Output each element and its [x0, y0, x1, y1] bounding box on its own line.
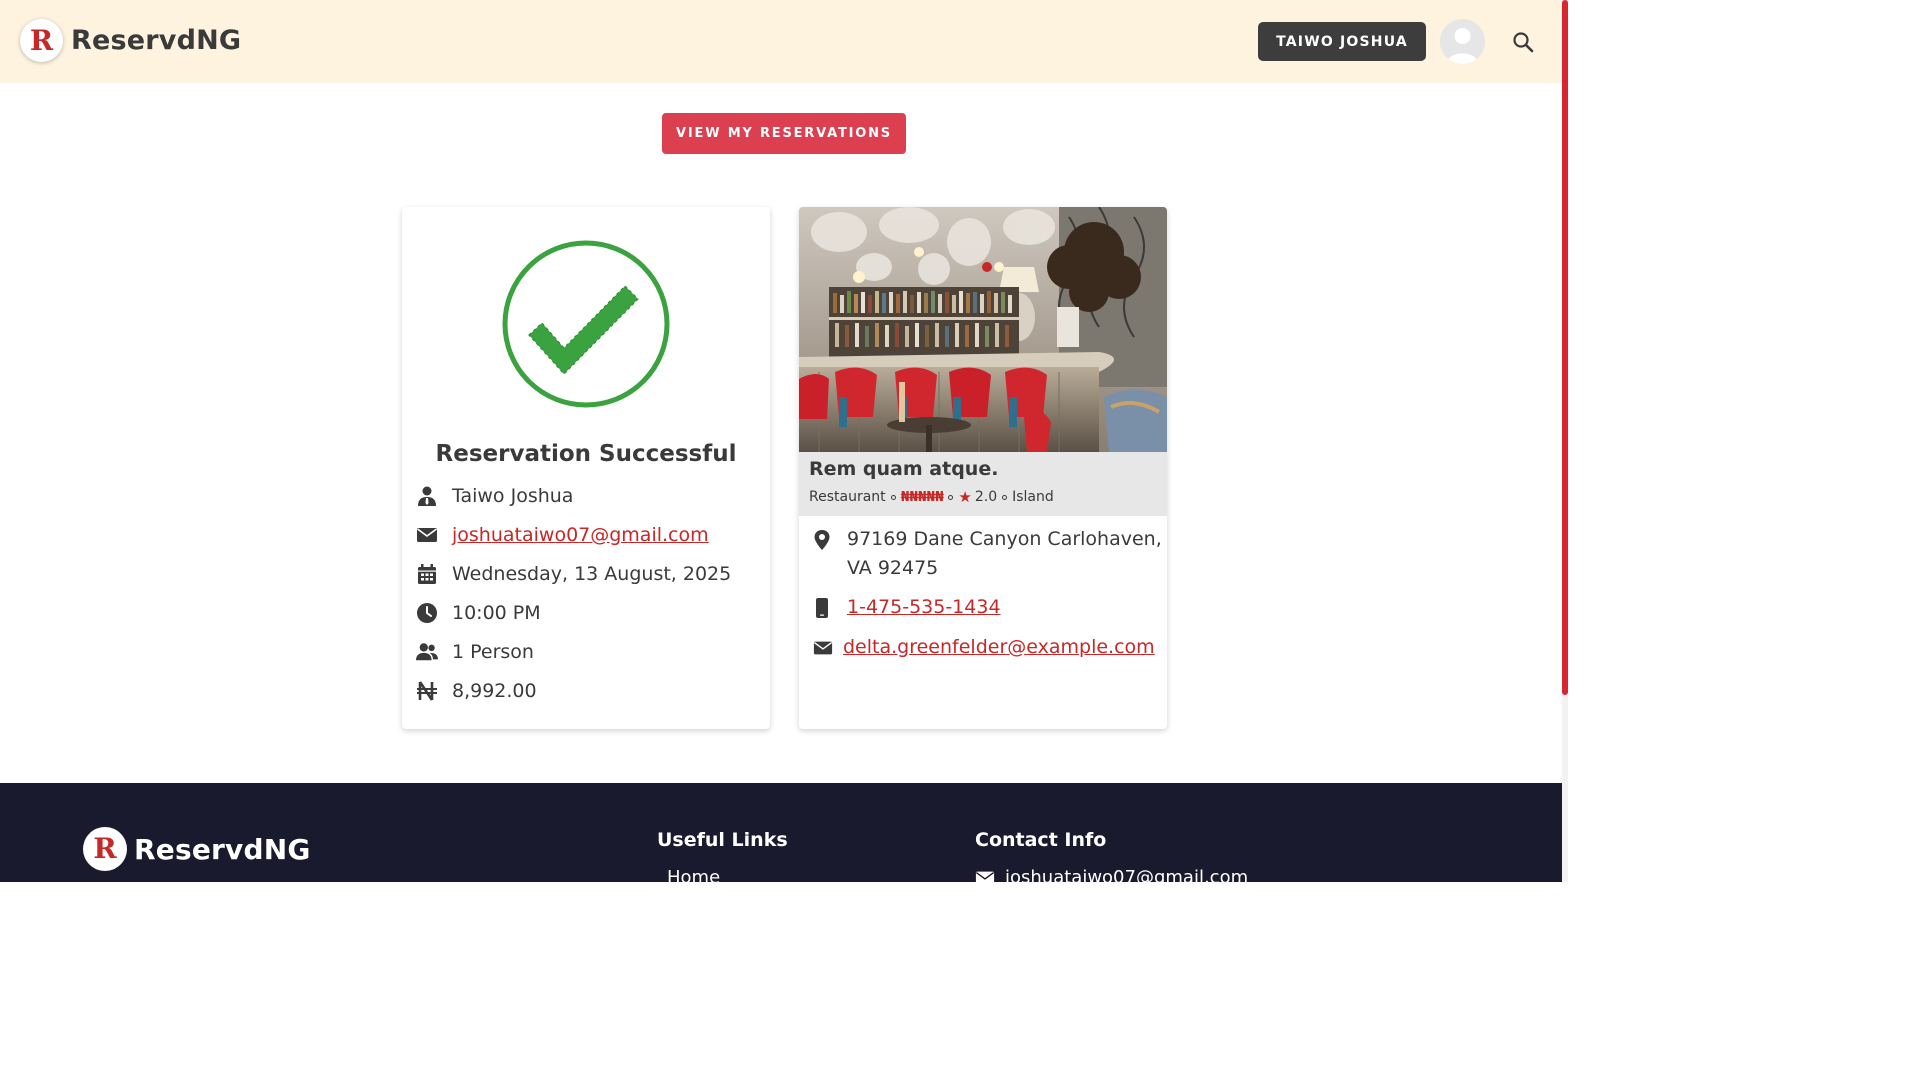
restaurant-phone-link[interactable]: 1-475-535-1434 — [847, 593, 1001, 622]
reservation-time-row: 10:00 PM — [416, 602, 541, 624]
logo-badge: R — [20, 19, 63, 62]
separator-dot — [1002, 494, 1008, 500]
envelope-icon — [975, 871, 995, 884]
user-tie-icon — [418, 486, 436, 506]
restaurant-name-bar: Rem quam atque. Restaurant ₦₦₦₦₦ ★ 2.0 I… — [799, 452, 1167, 516]
restaurant-card[interactable]: Rem quam atque. Restaurant ₦₦₦₦₦ ★ 2.0 I… — [799, 207, 1167, 729]
reservation-status-title: Reservation Successful — [435, 441, 737, 467]
restaurant-rating: 2.0 — [974, 489, 998, 505]
star-icon: ★ — [958, 488, 972, 506]
search-icon[interactable] — [1511, 30, 1535, 54]
contact-info-heading: Contact Info — [975, 829, 1107, 851]
restaurant-photo[interactable] — [799, 207, 1167, 452]
restaurant-type: Restaurant — [809, 489, 886, 505]
reservation-confirmation-card: Reservation Successful Taiwo Joshua josh… — [402, 207, 770, 729]
avatar[interactable] — [1440, 19, 1485, 64]
guest-count: 1 Person — [452, 641, 534, 663]
footer-contact-email-row: joshuataiwo07@gmail.com — [975, 867, 1248, 888]
restaurant-name[interactable]: Rem quam atque. — [809, 458, 998, 480]
user-avatar-icon — [1440, 19, 1485, 64]
brand-name: ReservdNG — [71, 25, 242, 56]
site-footer: R ReservdNG Useful Links Home Contact In… — [0, 783, 1562, 888]
restaurant-email-row: delta.greenfelder@example.com — [813, 633, 1155, 662]
logo-badge: R — [83, 827, 127, 871]
reservation-date: Wednesday, 13 August, 2025 — [452, 563, 732, 585]
restaurant-address: 97169 Dane Canyon Carlohaven, VA 92475 — [847, 528, 1162, 579]
separator-dot — [948, 494, 954, 500]
reservation-amount-row: 8,992.00 — [416, 680, 537, 702]
map-marker-icon — [814, 530, 830, 550]
guest-email-link[interactable]: joshuataiwo07@gmail.com — [452, 524, 709, 546]
separator-dot — [890, 494, 896, 500]
logo-letter: R — [93, 832, 117, 865]
success-check-icon — [502, 240, 670, 408]
calendar-icon — [418, 564, 436, 584]
reservation-time: 10:00 PM — [452, 602, 541, 624]
footer-home-link[interactable]: Home — [667, 867, 720, 888]
footer-contact-email[interactable]: joshuataiwo07@gmail.com — [1005, 867, 1248, 888]
restaurant-email-link[interactable]: delta.greenfelder@example.com — [843, 633, 1155, 662]
guest-name: Taiwo Joshua — [452, 485, 574, 507]
useful-links-heading: Useful Links — [657, 829, 788, 851]
price-level: ₦₦₦₦₦ — [900, 489, 944, 505]
envelope-icon — [813, 641, 833, 655]
guest-email-row: joshuataiwo07@gmail.com — [416, 524, 709, 546]
guest-name-row: Taiwo Joshua — [416, 485, 573, 507]
mobile-phone-icon — [816, 598, 828, 618]
reservation-amount: 8,992.00 — [452, 680, 537, 702]
footer-logo[interactable]: R ReservdNG — [83, 827, 311, 871]
restaurant-phone-row: 1-475-535-1434 — [813, 593, 1001, 622]
footer-brand-name: ReservdNG — [134, 832, 311, 866]
users-icon — [416, 643, 438, 661]
envelope-icon — [417, 528, 437, 542]
naira-icon — [417, 681, 437, 701]
clock-icon — [417, 603, 437, 623]
view-my-reservations-button[interactable]: VIEW MY RESERVATIONS — [662, 113, 906, 154]
user-menu-button[interactable]: TAIWO JOSHUA — [1258, 22, 1426, 61]
page-scrollbar[interactable] — [1562, 0, 1568, 882]
restaurant-meta: Restaurant ₦₦₦₦₦ ★ 2.0 Island — [809, 488, 1054, 506]
logo-letter: R — [29, 23, 54, 57]
guest-count-row: 1 Person — [416, 641, 534, 663]
restaurant-address-row: 97169 Dane Canyon Carlohaven, VA 92475 — [813, 525, 1163, 583]
restaurant-area: Island — [1012, 489, 1054, 505]
reservation-date-row: Wednesday, 13 August, 2025 — [416, 563, 731, 585]
scrollbar-thumb[interactable] — [1562, 0, 1568, 695]
brand-logo[interactable]: R ReservdNG — [20, 19, 241, 62]
top-navbar: R ReservdNG TAIWO JOSHUA — [0, 0, 1562, 83]
